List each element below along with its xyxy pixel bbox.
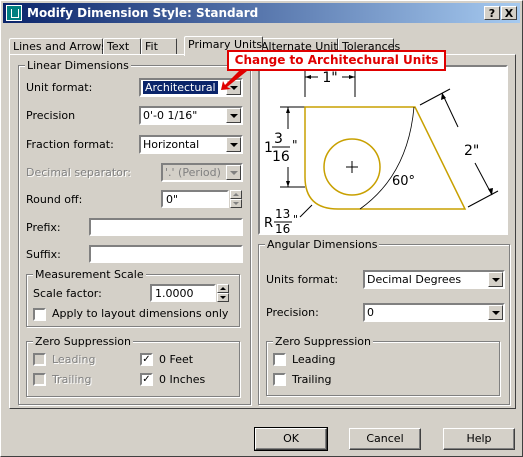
preview-drawing: 1" 1 3 16 " 2" 60° R 13 16 " (264, 69, 499, 233)
spin-up-icon[interactable] (230, 190, 242, 199)
spin-up-icon[interactable] (217, 284, 229, 293)
primary-units-panel: Linear Dimensions Unit format: Architect… (9, 54, 516, 409)
help-title-button[interactable]: ? (484, 6, 500, 20)
help-button[interactable]: Help (443, 428, 515, 450)
fraction-format-value: Horizontal (143, 138, 200, 151)
round-off-label: Round off: (26, 193, 83, 206)
angular-leading-checkbox[interactable] (273, 353, 286, 366)
spin-down-icon[interactable] (230, 199, 242, 208)
chevron-down-icon[interactable] (226, 137, 241, 152)
preview-left-num: 3 (274, 131, 283, 147)
tab-fit[interactable]: Fit (141, 38, 177, 55)
round-off-spinner[interactable] (230, 190, 242, 208)
tab-lines-and-arrows[interactable]: Lines and Arrows (9, 38, 107, 55)
decimal-separator-label: Decimal separator: (26, 166, 131, 179)
preview-top-dim: 1" (322, 70, 337, 86)
leading-label: Leading (52, 353, 96, 366)
zero-feet-checkbox[interactable]: ✓ (140, 353, 153, 366)
angular-trailing-checkbox[interactable] (273, 373, 286, 386)
preview-radius-inch: " (293, 213, 298, 226)
preview-left-inch: " (292, 138, 298, 152)
round-off-value: 0" (166, 193, 179, 206)
prefix-input[interactable] (89, 218, 243, 236)
dimension-preview: 1" 1 3 16 " 2" 60° R 13 16 " (258, 65, 508, 235)
group-title: Zero Suppression (273, 335, 373, 348)
scale-factor-label: Scale factor: (33, 287, 102, 300)
angular-units-value: Decimal Degrees (367, 273, 462, 286)
group-title: Zero Suppression (33, 335, 133, 348)
fraction-format-label: Fraction format: (26, 138, 114, 151)
ok-button[interactable]: OK (254, 427, 328, 451)
preview-radius-num: 13 (275, 207, 290, 221)
spin-down-icon[interactable] (217, 293, 229, 302)
dialog-window: Modify Dimension Style: Standard ? X Lin… (0, 0, 523, 457)
angular-leading-label: Leading (292, 353, 336, 366)
suffix-input[interactable] (89, 245, 243, 263)
preview-radius-prefix: R (264, 216, 273, 231)
group-title: Linear Dimensions (25, 59, 131, 72)
close-title-button[interactable]: X (501, 6, 517, 20)
measurement-scale-group: Measurement Scale Scale factor: 1.0000 A… (26, 268, 240, 327)
fraction-format-select[interactable]: Horizontal (139, 135, 243, 154)
zero-feet-label: 0 Feet (159, 353, 194, 366)
angular-precision-label: Precision: (266, 306, 319, 319)
app-icon (6, 5, 22, 21)
angular-dimensions-group: Angular Dimensions Units format: Decimal… (258, 238, 510, 405)
suffix-label: Suffix: (26, 248, 61, 261)
cancel-button[interactable]: Cancel (349, 428, 421, 450)
decimal-separator-value: '.' (Period) (165, 166, 221, 179)
layout-only-checkbox[interactable] (33, 308, 46, 321)
precision-value: 0'-0 1/16" (143, 109, 198, 122)
prefix-label: Prefix: (26, 221, 61, 234)
precision-select[interactable]: 0'-0 1/16" (139, 106, 243, 125)
unit-format-value: Architectural (143, 81, 218, 94)
preview-right-dim: 2" (464, 143, 479, 159)
angular-units-label: Units format: (266, 273, 339, 286)
leading-checkbox (33, 353, 46, 366)
scale-factor-input[interactable]: 1.0000 (150, 284, 216, 302)
zero-inches-checkbox[interactable]: ✓ (140, 373, 153, 386)
linear-dimensions-group: Linear Dimensions Unit format: Architect… (18, 59, 251, 405)
group-title: Measurement Scale (33, 268, 146, 281)
chevron-down-icon (226, 165, 241, 180)
window-title: Modify Dimension Style: Standard (27, 6, 259, 20)
preview-left-den: 16 (272, 149, 290, 165)
title-bar[interactable]: Modify Dimension Style: Standard ? X (3, 3, 520, 23)
zero-suppression-linear-group: Zero Suppression Leading Trailing ✓ 0 Fe… (26, 335, 240, 397)
chevron-down-icon[interactable] (488, 272, 503, 287)
callout-annotation: Change to Architechural Units (227, 50, 446, 71)
decimal-separator-select: '.' (Period) (161, 163, 243, 182)
angular-trailing-label: Trailing (292, 373, 332, 386)
preview-angle-dim: 60° (392, 174, 415, 189)
round-off-input[interactable]: 0" (161, 190, 229, 208)
layout-only-label: Apply to layout dimensions only (52, 307, 229, 320)
trailing-label: Trailing (52, 373, 92, 386)
trailing-checkbox (33, 373, 46, 386)
callout-arrow-icon (221, 69, 247, 90)
angular-units-select[interactable]: Decimal Degrees (363, 270, 505, 289)
tab-text[interactable]: Text (103, 38, 141, 55)
precision-label: Precision (26, 109, 76, 122)
zero-inches-label: 0 Inches (159, 373, 206, 386)
chevron-down-icon[interactable] (488, 305, 503, 320)
chevron-down-icon[interactable] (226, 108, 241, 123)
preview-radius-den: 16 (275, 222, 290, 233)
scale-factor-value: 1.0000 (155, 287, 194, 300)
angular-precision-select[interactable]: 0 (363, 303, 505, 322)
group-title: Angular Dimensions (265, 238, 380, 251)
angular-precision-value: 0 (367, 306, 374, 319)
unit-format-label: Unit format: (26, 81, 93, 94)
scale-factor-spinner[interactable] (217, 284, 229, 302)
zero-suppression-angular-group: Zero Suppression Leading Trailing (266, 335, 500, 396)
